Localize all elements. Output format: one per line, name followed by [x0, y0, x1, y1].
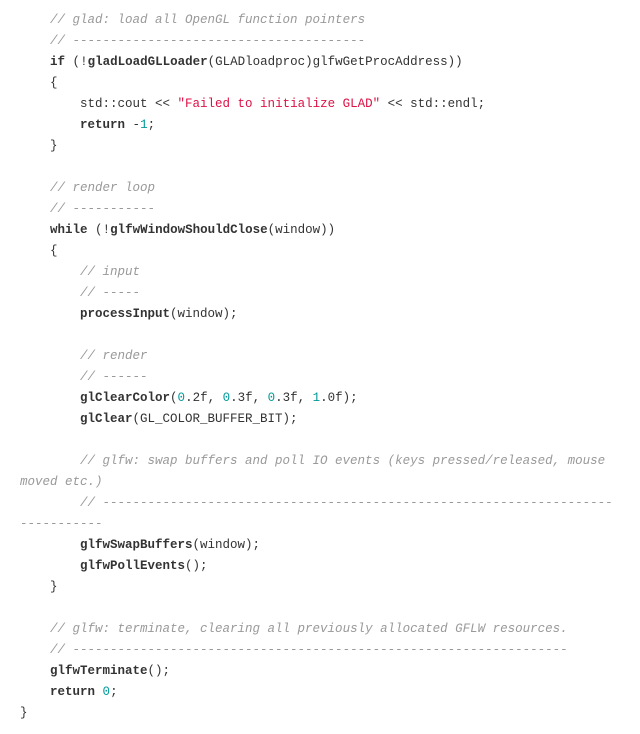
- func-glfwPollEvents: glfwPollEvents: [80, 559, 185, 573]
- punct: ): [328, 223, 336, 237]
- semi: ;: [110, 685, 118, 699]
- punct: !: [103, 223, 111, 237]
- number: 0: [268, 391, 276, 405]
- number: 0: [103, 685, 111, 699]
- comment: // -----------: [50, 202, 155, 216]
- func-glClearColor: glClearColor: [80, 391, 170, 405]
- cout: std::cout <<: [80, 97, 178, 111]
- code-block: // glad: load all OpenGL function pointe…: [0, 0, 640, 734]
- brace-close: }: [20, 706, 28, 720]
- comment: // ------: [80, 370, 148, 384]
- comment: // glad: load all OpenGL function pointe…: [50, 13, 365, 27]
- float-suffix: .3f,: [275, 391, 313, 405]
- float-suffix: .2f,: [185, 391, 223, 405]
- punct: (: [73, 55, 81, 69]
- semi: ;: [148, 118, 156, 132]
- comment: // input: [80, 265, 140, 279]
- arg-window: (window);: [193, 538, 261, 552]
- number: 0: [178, 391, 186, 405]
- punct: !: [80, 55, 88, 69]
- keyword-return: return: [80, 118, 125, 132]
- comment: // -------------------------------------…: [50, 34, 365, 48]
- keyword-if: if: [50, 55, 65, 69]
- comment: // glfw: swap buffers and poll IO events…: [20, 454, 613, 489]
- number: 1: [140, 118, 148, 132]
- cast: (GLADloadproc): [208, 55, 313, 69]
- punct: (: [170, 391, 178, 405]
- keyword-return: return: [50, 685, 95, 699]
- comment: // render: [80, 349, 148, 363]
- func-glfwSwapBuffers: glfwSwapBuffers: [80, 538, 193, 552]
- arg-window: (window);: [170, 307, 238, 321]
- brace-close: }: [50, 139, 58, 153]
- punct: )): [448, 55, 463, 69]
- float-suffix: .0f);: [320, 391, 358, 405]
- func-gladLoadGLLoader: gladLoadGLLoader: [88, 55, 208, 69]
- empty-args: ();: [185, 559, 208, 573]
- neg: -: [133, 118, 141, 132]
- func-processInput: processInput: [80, 307, 170, 321]
- comment: // -------------------------------------…: [50, 643, 568, 657]
- arg-window: (window): [268, 223, 328, 237]
- punct: (: [95, 223, 103, 237]
- func-glfwWindowShouldClose: glfwWindowShouldClose: [110, 223, 268, 237]
- arg: (GL_COLOR_BUFFER_BIT);: [133, 412, 298, 426]
- number: 0: [223, 391, 231, 405]
- brace-close: }: [50, 580, 58, 594]
- brace-open: {: [50, 76, 58, 90]
- float-suffix: .3f,: [230, 391, 268, 405]
- comment: // -----: [80, 286, 140, 300]
- endl: << std::endl;: [380, 97, 485, 111]
- string-literal: "Failed to initialize GLAD": [178, 97, 381, 111]
- keyword-while: while: [50, 223, 88, 237]
- ident: glfwGetProcAddress: [313, 55, 448, 69]
- empty-args: ();: [148, 664, 171, 678]
- comment: // -------------------------------------…: [20, 496, 613, 531]
- comment: // glfw: terminate, clearing all previou…: [50, 622, 568, 636]
- func-glfwTerminate: glfwTerminate: [50, 664, 148, 678]
- brace-open: {: [50, 244, 58, 258]
- comment: // render loop: [50, 181, 155, 195]
- func-glClear: glClear: [80, 412, 133, 426]
